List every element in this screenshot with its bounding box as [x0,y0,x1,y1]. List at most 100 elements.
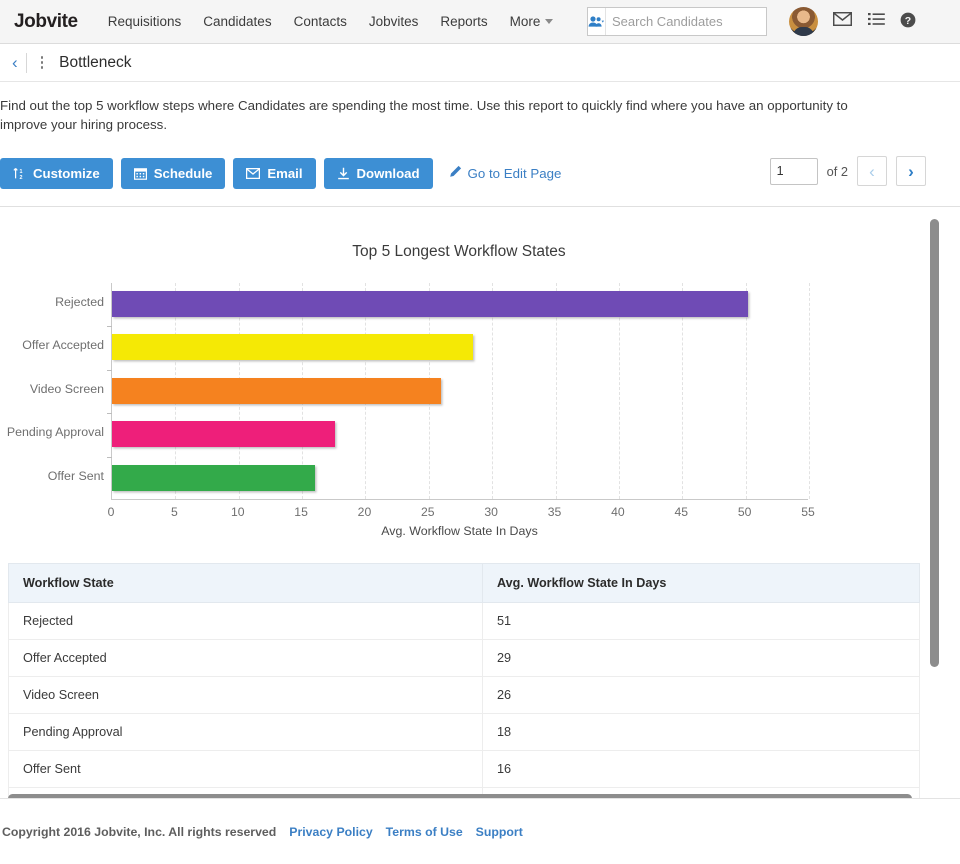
table-row[interactable]: Offer Accepted29 [9,640,920,677]
download-icon [337,167,350,180]
chart-bar-row: Rejected [112,283,808,326]
nav-item-more[interactable]: More [510,14,554,29]
y-axis-tick [107,413,112,414]
report-toolbar: 1 2 Customize Schedule [0,146,960,198]
vertical-scrollbar[interactable] [930,219,939,667]
y-axis-category-label: Rejected [55,295,104,309]
support-link[interactable]: Support [476,825,523,839]
y-axis-category-label: Offer Sent [48,469,104,483]
workflow-state-table: Workflow State Avg. Workflow State In Da… [8,563,920,798]
y-axis-tick [107,457,112,458]
x-axis-title: Avg. Workflow State In Days [111,524,808,538]
list-icon[interactable] [868,12,885,31]
schedule-button[interactable]: Schedule [121,158,226,189]
search-input[interactable] [606,9,794,34]
x-axis-tick-label: 20 [358,505,372,519]
report-description: Find out the top 5 workflow steps where … [0,82,912,146]
chart-bar-row: Offer Accepted [112,326,808,369]
column-header-workflow-state[interactable]: Workflow State [9,564,483,603]
chart-bar-row: Video Screen [112,370,808,413]
back-arrow-icon[interactable]: ‹ [4,54,26,71]
chart-bar[interactable] [112,421,335,447]
cell-workflow-state: Rejected [9,603,483,640]
email-button[interactable]: Email [233,158,315,189]
page-count-label: of 2 [827,164,848,179]
pagination: of 2 ‹ › [770,156,926,186]
chart-bar[interactable] [112,378,441,404]
chart-title: Top 5 Longest Workflow States [0,207,920,261]
x-axis-tick-label: 50 [738,505,752,519]
divider [26,53,27,73]
chevron-down-icon [545,19,553,24]
breadcrumb: ‹ Bottleneck [0,44,960,82]
y-axis-category-label: Video Screen [30,382,104,396]
kebab-menu-icon[interactable] [29,56,56,69]
table-row[interactable]: Rejected51 [9,603,920,640]
mail-icon[interactable] [833,12,852,31]
x-axis-tick-label: 35 [548,505,562,519]
bar-chart: RejectedOffer AcceptedVideo ScreenPendin… [0,283,920,533]
x-axis-tick-label: 15 [294,505,308,519]
table-row[interactable]: Offer Sent16 [9,751,920,788]
chart-bar-row: Offer Sent [112,457,808,500]
y-axis-tick [107,326,112,327]
privacy-policy-link[interactable]: Privacy Policy [289,825,372,839]
x-axis-tick-label: 5 [171,505,178,519]
people-filter-icon[interactable] [588,8,606,35]
nav-item-requisitions[interactable]: Requisitions [108,14,182,29]
cell-workflow-state: Pending Approval [9,714,483,751]
go-to-edit-page-label: Go to Edit Page [468,166,562,181]
y-axis-category-label: Pending Approval [7,425,104,439]
chart-bar[interactable] [112,465,315,491]
y-axis-tick [107,370,112,371]
avatar[interactable] [789,7,818,36]
chart-plot-area: RejectedOffer AcceptedVideo ScreenPendin… [111,283,808,500]
svg-text:?: ? [905,15,911,27]
table-body: Rejected51Offer Accepted29Video Screen26… [9,603,920,799]
x-axis-tick-label: 40 [611,505,625,519]
cell-workflow-state: Offer Sent [9,751,483,788]
nav-item-reports[interactable]: Reports [440,14,487,29]
previous-page-button[interactable]: ‹ [857,156,887,186]
email-button-label: Email [267,166,302,181]
terms-of-use-link[interactable]: Terms of Use [386,825,463,839]
table-row[interactable]: Pending Approval18 [9,714,920,751]
nav-item-jobvites[interactable]: Jobvites [369,14,419,29]
column-header-avg-days[interactable]: Avg. Workflow State In Days [483,564,920,603]
table-header-row: Workflow State Avg. Workflow State In Da… [9,564,920,603]
report-content-panel: Top 5 Longest Workflow States RejectedOf… [0,206,960,798]
x-axis-tick-label: 25 [421,505,435,519]
download-button-label: Download [357,166,420,181]
nav-item-candidates[interactable]: Candidates [203,14,271,29]
chart-bar-row: Pending Approval [112,413,808,456]
search-box [587,7,767,36]
envelope-icon [246,168,260,179]
copyright-text: Copyright 2016 Jobvite, Inc. All rights … [2,825,276,839]
top-navigation-bar: Jobvite Requisitions Candidates Contacts… [0,0,960,44]
schedule-button-label: Schedule [154,166,213,181]
customize-button[interactable]: 1 2 Customize [0,158,113,189]
page-title: Bottleneck [59,54,131,72]
report-content: Top 5 Longest Workflow States RejectedOf… [0,207,920,798]
x-axis-tick-label: 10 [231,505,245,519]
download-button[interactable]: Download [324,158,433,189]
cell-workflow-state: Offer Accepted [9,640,483,677]
sort-icon: 1 2 [13,167,26,180]
customize-button-label: Customize [33,166,100,181]
page-footer: Copyright 2016 Jobvite, Inc. All rights … [0,798,960,864]
table-row[interactable]: Video Screen26 [9,677,920,714]
nav-item-contacts[interactable]: Contacts [294,14,347,29]
chart-bar[interactable] [112,334,473,360]
page-number-input[interactable] [770,158,818,185]
y-axis-category-label: Offer Accepted [22,338,104,352]
chart-bar[interactable] [112,291,748,317]
jobvite-logo[interactable]: Jobvite [14,11,78,33]
main-nav-links: Requisitions Candidates Contacts Jobvite… [108,14,554,29]
cell-avg-days: 29 [483,640,920,677]
cell-avg-days: 26 [483,677,920,714]
help-icon[interactable]: ? [900,12,916,33]
next-page-button[interactable]: › [896,156,926,186]
cell-avg-days: 51 [483,603,920,640]
go-to-edit-page-link[interactable]: Go to Edit Page [449,165,562,181]
pencil-icon [449,165,462,181]
